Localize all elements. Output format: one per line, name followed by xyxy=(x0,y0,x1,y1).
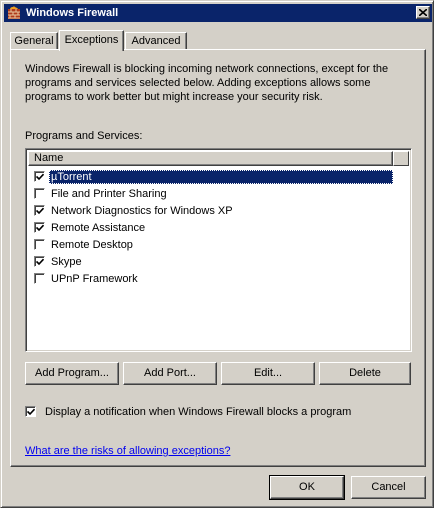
cancel-label: Cancel xyxy=(371,481,406,493)
item-label: Remote Assistance xyxy=(51,222,146,234)
tab-general-label: General xyxy=(14,35,54,47)
ok-button[interactable]: OK xyxy=(269,475,345,500)
tab-exceptions[interactable]: Exceptions xyxy=(59,30,124,51)
check-icon xyxy=(27,408,35,416)
tab-exceptions-label: Exceptions xyxy=(64,34,119,46)
column-header-filler xyxy=(393,151,409,166)
check-icon xyxy=(36,173,44,181)
programs-group-label: Programs and Services: xyxy=(25,130,142,142)
delete-button[interactable]: Delete xyxy=(319,362,411,385)
check-icon xyxy=(36,224,44,232)
item-checkbox[interactable] xyxy=(34,188,45,199)
item-label: Network Diagnostics for Windows XP xyxy=(51,205,233,217)
cancel-button[interactable]: Cancel xyxy=(351,476,426,499)
edit-label: Edit... xyxy=(253,367,283,379)
firewall-icon xyxy=(7,6,21,20)
add-port-label: Add Port... xyxy=(144,367,196,379)
tab-advanced[interactable]: Advanced xyxy=(125,32,187,50)
intro-text: Windows Firewall is blocking incoming ne… xyxy=(25,63,389,103)
tab-advanced-label: Advanced xyxy=(131,35,181,47)
add-program-label: Add Program... xyxy=(35,367,109,379)
item-checkbox[interactable] xyxy=(34,256,45,267)
item-checkbox[interactable] xyxy=(34,273,45,284)
window-title: Windows Firewall xyxy=(26,7,119,19)
item-checkbox[interactable] xyxy=(34,205,45,216)
item-checkbox[interactable] xyxy=(34,239,45,250)
close-icon xyxy=(419,9,427,16)
item-label: µTorrent xyxy=(49,170,393,184)
item-checkbox[interactable] xyxy=(34,171,45,182)
check-icon xyxy=(36,258,44,266)
item-label: Skype xyxy=(51,256,82,268)
edit-button[interactable]: Edit... xyxy=(221,362,315,385)
check-icon xyxy=(36,207,44,215)
item-label: UPnP Framework xyxy=(51,273,138,285)
risks-help-link[interactable]: What are the risks of allowing exception… xyxy=(25,445,230,457)
tab-general[interactable]: General xyxy=(10,32,58,50)
title-bar[interactable]: Windows Firewall xyxy=(4,4,432,22)
close-button[interactable] xyxy=(416,6,430,19)
add-port-button[interactable]: Add Port... xyxy=(123,362,217,385)
ok-label: OK xyxy=(299,481,315,493)
programs-group-label-text: Programs and Services: xyxy=(25,130,143,142)
item-checkbox[interactable] xyxy=(34,222,45,233)
delete-label: Delete xyxy=(349,367,381,379)
item-label: File and Printer Sharing xyxy=(51,188,167,200)
item-label: Remote Desktop xyxy=(51,239,133,251)
add-program-button[interactable]: Add Program... xyxy=(25,362,119,385)
notification-label: Display a notification when Windows Fire… xyxy=(45,406,352,418)
notification-check-box[interactable] xyxy=(25,406,36,417)
column-header-name[interactable]: Name xyxy=(28,151,393,166)
firewall-window: Windows Firewall General Exceptions Adva… xyxy=(0,0,434,508)
programs-listbox[interactable]: Name µTorrent File and Printer Sharing Net… xyxy=(25,148,412,352)
